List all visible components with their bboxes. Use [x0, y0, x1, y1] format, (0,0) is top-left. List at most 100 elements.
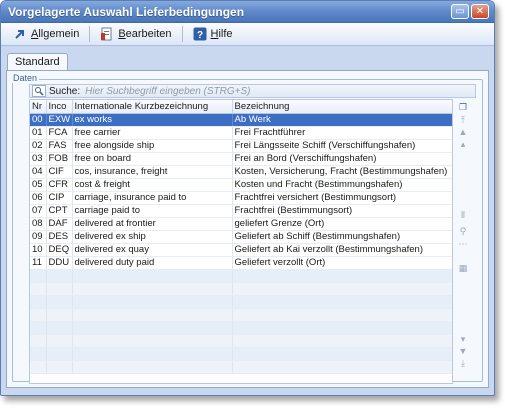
toolbar-bearbeiten-button[interactable]: Bearbeiten — [96, 25, 175, 43]
table-row[interactable]: 11 DDU delivered duty paid Geliefert verzol… — [30, 256, 452, 270]
table-cell-nr: 02 — [30, 139, 47, 153]
empty-cell — [232, 360, 452, 374]
empty-cell — [46, 282, 73, 296]
empty-cell — [30, 269, 47, 283]
tab-strip: Standard — [7, 53, 68, 71]
table-row[interactable]: 06 CIP carriage, insurance paid to Frachtfr… — [30, 191, 452, 205]
table-cell-nr: 05 — [30, 178, 47, 192]
empty-cell — [72, 347, 233, 361]
empty-row — [30, 360, 452, 374]
move-last-icon[interactable]: ⤓ — [456, 357, 470, 369]
empty-cell — [46, 308, 73, 322]
close-button[interactable]: ✕ — [471, 4, 489, 19]
table-cell-bez: Geliefert verzollt (Ort) — [232, 256, 452, 270]
table-cell-bez: Frachtfrei (Bestimmungsort) — [232, 204, 452, 218]
move-up-small-icon[interactable]: ▴ — [456, 138, 470, 150]
empty-cell — [46, 347, 73, 361]
table-cell-kurz: delivered duty paid — [72, 256, 233, 270]
table-row[interactable]: 02 FAS free alongside ship Frei Längsseite … — [30, 139, 452, 153]
table-cell-kurz: ex works — [72, 113, 233, 127]
empty-cell — [46, 321, 73, 335]
column-header-inco[interactable]: Inco — [46, 100, 73, 114]
empty-row — [30, 295, 452, 309]
toolbar-bearbeiten-label: Bearbeiten — [118, 28, 172, 40]
table-cell-bez: Ab Werk — [232, 113, 452, 127]
copy-icon[interactable]: ❐ — [456, 101, 470, 113]
table-row[interactable]: 00 EXW ex works Ab Werk — [30, 113, 452, 127]
toolbar-hilfe-button[interactable]: ? Hilfe — [189, 25, 237, 43]
table-row[interactable]: 09 DES delivered ex ship Geliefert ab Schif… — [30, 230, 452, 244]
move-down-icon[interactable]: ▼ — [456, 345, 470, 357]
empty-row — [30, 347, 452, 361]
move-first-icon[interactable]: ⤒ — [456, 114, 470, 126]
table-cell-nr: 09 — [30, 230, 47, 244]
table-cell-nr: 03 — [30, 152, 47, 166]
table-row[interactable]: 03 FOB free on board Frei an Bord (Verschif… — [30, 152, 452, 166]
table-cell-kurz: cos, insurance, freight — [72, 165, 233, 179]
empty-cell — [232, 334, 452, 348]
table-header: Nr Inco Internationale Kurzbezeichnung B… — [30, 100, 452, 114]
help-icon: ? — [193, 27, 207, 41]
table-row[interactable]: 01 FCA free carrier Frei Frachtführer — [30, 126, 452, 140]
table-cell-nr: 10 — [30, 243, 47, 257]
move-down-small-icon[interactable]: ▾ — [456, 333, 470, 345]
move-up-icon[interactable]: ▲ — [456, 126, 470, 138]
search-icon — [32, 85, 46, 97]
zoom-icon[interactable]: ⚲ — [456, 225, 470, 237]
empty-cell — [46, 360, 73, 374]
empty-cell — [232, 308, 452, 322]
empty-cell — [232, 347, 452, 361]
column-header-bezeichnung[interactable]: Bezeichnung — [232, 100, 452, 114]
empty-cell — [30, 347, 47, 361]
table-row[interactable]: 08 DAF delivered at frontier geliefert Gren… — [30, 217, 452, 231]
empty-row — [30, 308, 452, 322]
table-row[interactable]: 07 CPT carriage paid to Frachtfrei (Bestimm… — [30, 204, 452, 218]
empty-row — [30, 269, 452, 283]
empty-row — [30, 321, 452, 335]
table-cell-kurz: carriage, insurance paid to — [72, 191, 233, 205]
toolbar-hilfe-label: Hilfe — [210, 28, 233, 40]
table-cell-inco: CFR — [46, 178, 73, 192]
toolbar-allgemein-button[interactable]: Allgemein — [9, 25, 83, 43]
table-cell-kurz: delivered ex quay — [72, 243, 233, 257]
column-header-kurzbezeichnung[interactable]: Internationale Kurzbezeichnung — [72, 100, 233, 114]
svg-text:?: ? — [196, 30, 202, 41]
title-bar[interactable]: Vorgelagerte Auswahl Lieferbedingungen ▭… — [1, 1, 494, 23]
search-label: Suche: — [49, 85, 81, 97]
table-cell-inco: DDU — [46, 256, 73, 270]
dialog-window: Vorgelagerte Auswahl Lieferbedingungen ▭… — [0, 0, 495, 396]
table-cell-nr: 04 — [30, 165, 47, 179]
search-input[interactable]: Hier Suchbegriff eingeben (STRG+S) — [85, 86, 250, 97]
search-bar[interactable]: Suche: Hier Suchbegriff eingeben (STRG+S… — [29, 84, 476, 98]
table-cell-nr: 01 — [30, 126, 47, 140]
table-cell-kurz: free carrier — [72, 126, 233, 140]
table-cell-kurz: free alongside ship — [72, 139, 233, 153]
table-cell-nr: 07 — [30, 204, 47, 218]
edit-icon — [100, 27, 114, 41]
table-cell-bez: Geliefert ab Kai verzollt (Bestimmungsha… — [232, 243, 452, 257]
empty-cell — [72, 282, 233, 296]
table-cell-bez: geliefert Grenze (Ort) — [232, 217, 452, 231]
conditions-table: Nr Inco Internationale Kurzbezeichnung B… — [29, 99, 453, 384]
table-cell-bez: Frei an Bord (Verschiffungshafen) — [232, 152, 452, 166]
empty-cell — [232, 321, 452, 335]
tab-standard[interactable]: Standard — [7, 53, 68, 71]
restore-button[interactable]: ▭ — [451, 4, 469, 19]
table-row[interactable]: 04 CIF cos, insurance, freight Kosten, Vers… — [30, 165, 452, 179]
grid-icon[interactable]: ▦ — [456, 262, 470, 274]
empty-cell — [46, 295, 73, 309]
empty-cell — [232, 282, 452, 296]
table-row[interactable]: 05 CFR cost & freight Kosten und Fracht (Be… — [30, 178, 452, 192]
empty-cell — [232, 295, 452, 309]
table-cell-bez: Frachtfrei versichert (Bestimmungsort) — [232, 191, 452, 205]
empty-cell — [30, 295, 47, 309]
columns-icon[interactable]: ⦀ — [456, 209, 470, 221]
table-cell-kurz: cost & freight — [72, 178, 233, 192]
table-cell-inco: DES — [46, 230, 73, 244]
column-header-nr[interactable]: Nr — [30, 100, 47, 114]
table-row[interactable]: 10 DEQ delivered ex quay Geliefert ab Kai v… — [30, 243, 452, 257]
filter-icon[interactable]: ⋯ — [456, 238, 470, 250]
table-cell-kurz: carriage paid to — [72, 204, 233, 218]
empty-cell — [72, 360, 233, 374]
window-title: Vorgelagerte Auswahl Lieferbedingungen — [8, 5, 245, 19]
